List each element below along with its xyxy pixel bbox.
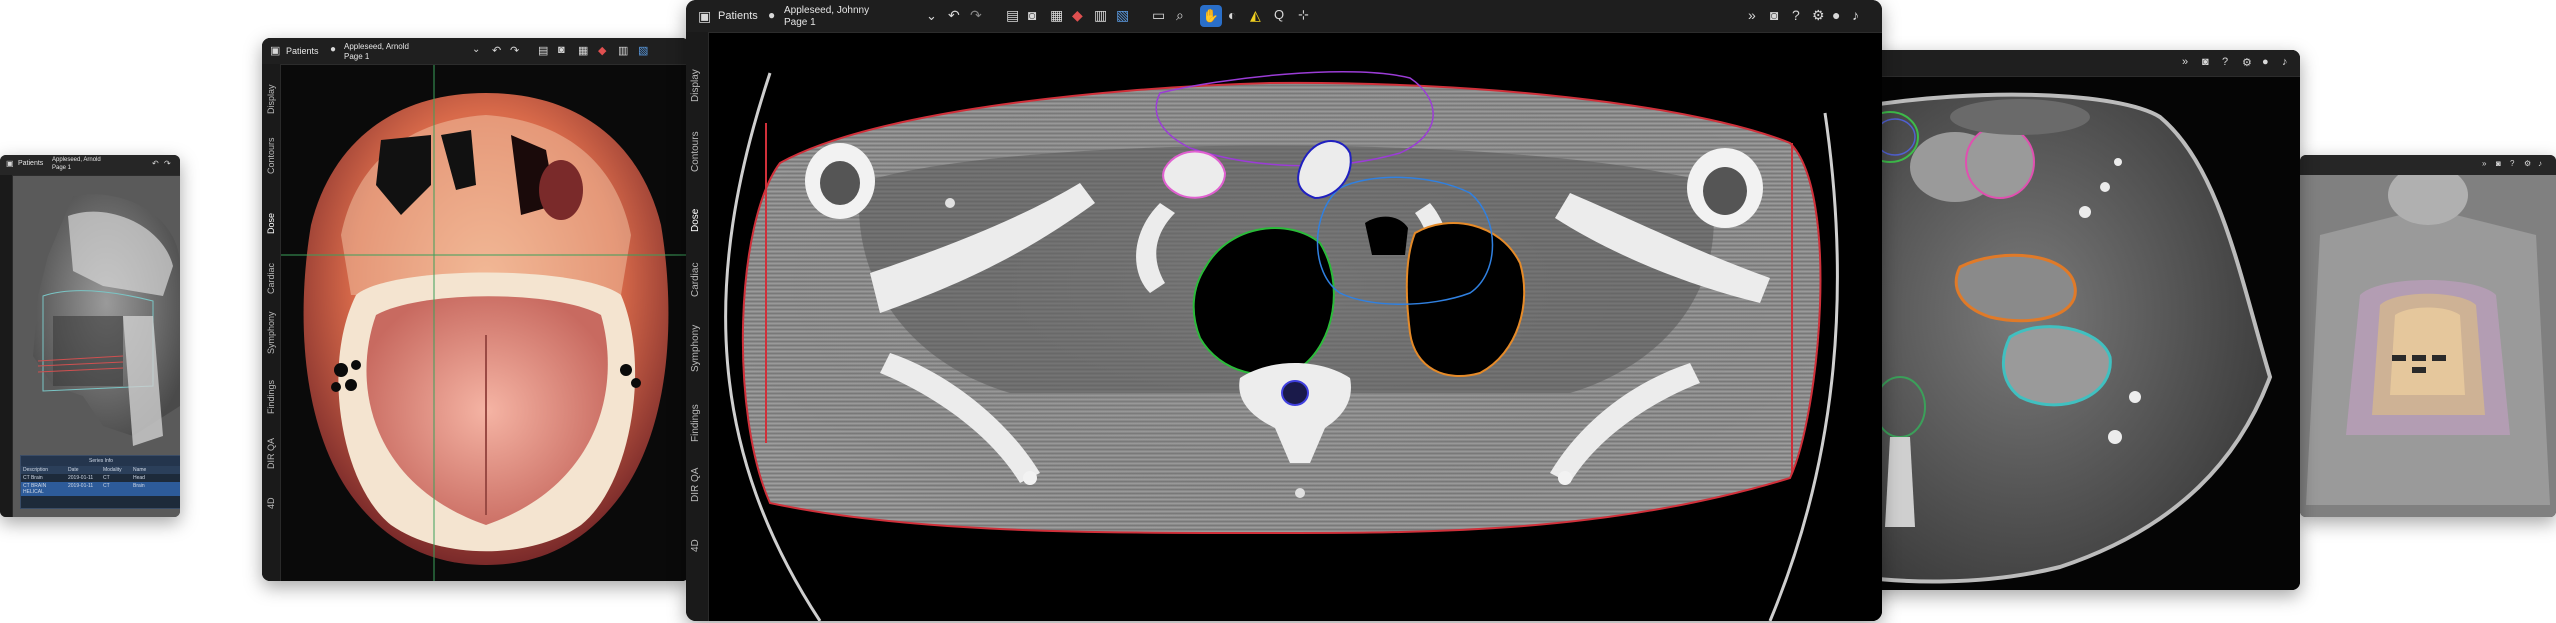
main-patients-label[interactable]: Patients (718, 10, 758, 22)
axial-thorax-view[interactable] (710, 33, 1882, 621)
brush-icon[interactable]: ◭ (1250, 7, 1261, 24)
cell-date: 2019-01-11 (68, 483, 94, 489)
report-icon[interactable]: ▥ (618, 44, 628, 57)
cell-name: Brain (133, 483, 145, 489)
chevron-down-icon[interactable]: ⌄ (926, 8, 937, 24)
chevron-down-icon[interactable]: ⌄ (472, 44, 480, 55)
second-viewer-window: ▣ Patients ● Appleseed, Arnold Page 1 ⌄ … (262, 38, 690, 581)
expand-icon[interactable]: » (1748, 7, 1756, 23)
expand-icon[interactable]: » (2482, 159, 2486, 168)
abdomen-toolbar: » ◙ ? ⚙ ● ♪ (1860, 50, 2300, 77)
axial-head-dose-view[interactable] (281, 65, 690, 581)
col-header-name: Name (133, 467, 147, 473)
ruler-icon[interactable]: ▭ (1152, 7, 1165, 24)
patients-icon[interactable]: ▣ (6, 159, 14, 168)
bell-icon[interactable]: ♪ (1852, 7, 1859, 23)
help-icon[interactable]: ? (1792, 7, 1800, 23)
second-side-tabs: Display Contours Dose Cardiac Symphony F… (262, 64, 281, 581)
layout-icon[interactable]: ▦ (1050, 7, 1063, 24)
save-icon[interactable]: ▤ (1006, 7, 1019, 24)
cell-name: Head (133, 475, 145, 481)
undo-icon[interactable]: ↶ (492, 44, 501, 57)
help-icon[interactable]: ? (2510, 159, 2514, 168)
redo-icon[interactable]: ↷ (970, 7, 982, 24)
main-patient-name: Appleseed, Johnny (784, 5, 870, 16)
far-left-patients-label[interactable]: Patients (18, 160, 43, 167)
far-right-toolbar: » ◙ ? ⚙ ♪ (2300, 155, 2556, 176)
far-left-page-label: Page 1 (52, 165, 72, 171)
camera-icon[interactable]: ◙ (1770, 7, 1778, 23)
axial-head-dose-image (281, 65, 690, 581)
main-side-tabs: Display Contours Dose Cardiac Symphony F… (686, 32, 709, 621)
axial-abdomen-image (1860, 92, 2273, 584)
col-header-modality: Modality (103, 467, 122, 473)
pointer-icon[interactable]: ⊹ (1298, 7, 1309, 23)
chart-icon[interactable]: ▧ (1116, 7, 1129, 24)
coronal-view[interactable] (2300, 175, 2556, 517)
undo-icon[interactable]: ↶ (152, 159, 159, 168)
save-icon[interactable]: ▤ (538, 44, 548, 57)
col-header-description: Description (23, 467, 49, 473)
query-icon[interactable]: Q (1274, 7, 1284, 22)
camera-icon[interactable]: ◙ (558, 44, 565, 56)
patients-icon[interactable]: ▣ (698, 8, 711, 25)
report-icon[interactable]: ▥ (1094, 7, 1107, 24)
second-page-label: Page 1 (344, 52, 370, 61)
user-icon: ● (768, 8, 776, 22)
layout-icon[interactable]: ▦ (578, 44, 588, 57)
far-left-viewer-window: ▣ Patients Appleseed, Arnold Page 1 ↶ ↷ … (0, 155, 180, 517)
redo-icon[interactable]: ↷ (164, 159, 171, 168)
series-info-panel: Series Info Description Date Modality Na… (20, 455, 180, 509)
account-icon[interactable]: ● (1832, 7, 1840, 23)
series-info-header-row: Description Date Modality Name (21, 466, 180, 474)
camera-icon[interactable]: ◙ (2496, 159, 2501, 168)
second-toolbar: ▣ Patients ● Appleseed, Arnold Page 1 ⌄ … (262, 38, 690, 65)
help-icon[interactable]: ? (2222, 56, 2228, 68)
gear-icon[interactable]: ⚙ (1812, 7, 1825, 24)
cell-modality: CT (103, 483, 110, 489)
far-right-viewer-window: » ◙ ? ⚙ ♪ (2300, 155, 2556, 517)
col-header-date: Date (68, 467, 79, 473)
bell-icon[interactable]: ♪ (2538, 159, 2542, 168)
cell-modality: CT (103, 475, 110, 481)
table-row[interactable]: CT BRAIN HELICAL 2019-01-11 CT Brain (21, 482, 180, 496)
chart-icon[interactable]: ▧ (638, 44, 648, 57)
contour-tool-icon[interactable]: ◆ (1072, 7, 1083, 24)
contour-tool-icon[interactable]: ◆ (598, 44, 606, 57)
camera-icon[interactable]: ◙ (2202, 56, 2209, 68)
far-left-toolbar: ▣ Patients Appleseed, Arnold Page 1 ↶ ↷ (0, 155, 180, 176)
user-icon[interactable]: ● (2262, 56, 2269, 68)
cell-description: CT BRAIN HELICAL (23, 483, 47, 495)
far-left-patient-name: Appleseed, Arnold (52, 157, 101, 163)
main-viewer-window: ▣ Patients ● Appleseed, Johnny Page 1 ⌄ … (686, 0, 1882, 621)
cell-date: 2019-01-11 (68, 475, 94, 481)
undo-icon[interactable]: ↶ (948, 7, 960, 24)
main-page-label: Page 1 (784, 17, 816, 28)
second-patient-name: Appleseed, Arnold (344, 42, 409, 51)
user-icon: ● (330, 44, 337, 55)
expand-icon[interactable]: » (2182, 56, 2188, 68)
camera-icon[interactable]: ◙ (1028, 7, 1036, 23)
patients-icon[interactable]: ▣ (270, 44, 280, 57)
abdomen-viewer-window: » ◙ ? ⚙ ● ♪ (1860, 50, 2300, 590)
axial-abdomen-view[interactable] (1860, 77, 2300, 590)
series-info-title: Series Info (21, 456, 180, 466)
pan-hand-icon[interactable]: ✋ (1200, 5, 1222, 27)
coronal-dose-image (2300, 175, 2556, 517)
second-patients-label[interactable]: Patients (286, 46, 319, 56)
axial-thorax-image (710, 33, 1882, 621)
gear-icon[interactable]: ⚙ (2524, 159, 2531, 168)
gear-icon[interactable]: ⚙ (2242, 56, 2252, 69)
far-left-side-tabs (0, 175, 13, 517)
table-row[interactable]: CT Brain 2019-01-11 CT Head (21, 474, 180, 482)
main-toolbar: ▣ Patients ● Appleseed, Johnny Page 1 ⌄ … (686, 0, 1882, 33)
cell-description: CT Brain (23, 475, 43, 481)
bell-icon[interactable]: ♪ (2282, 56, 2288, 68)
window-level-icon[interactable]: ◐ (1228, 7, 1236, 23)
redo-icon[interactable]: ↷ (510, 44, 519, 57)
zoom-icon[interactable]: ⌕ (1176, 7, 1184, 24)
